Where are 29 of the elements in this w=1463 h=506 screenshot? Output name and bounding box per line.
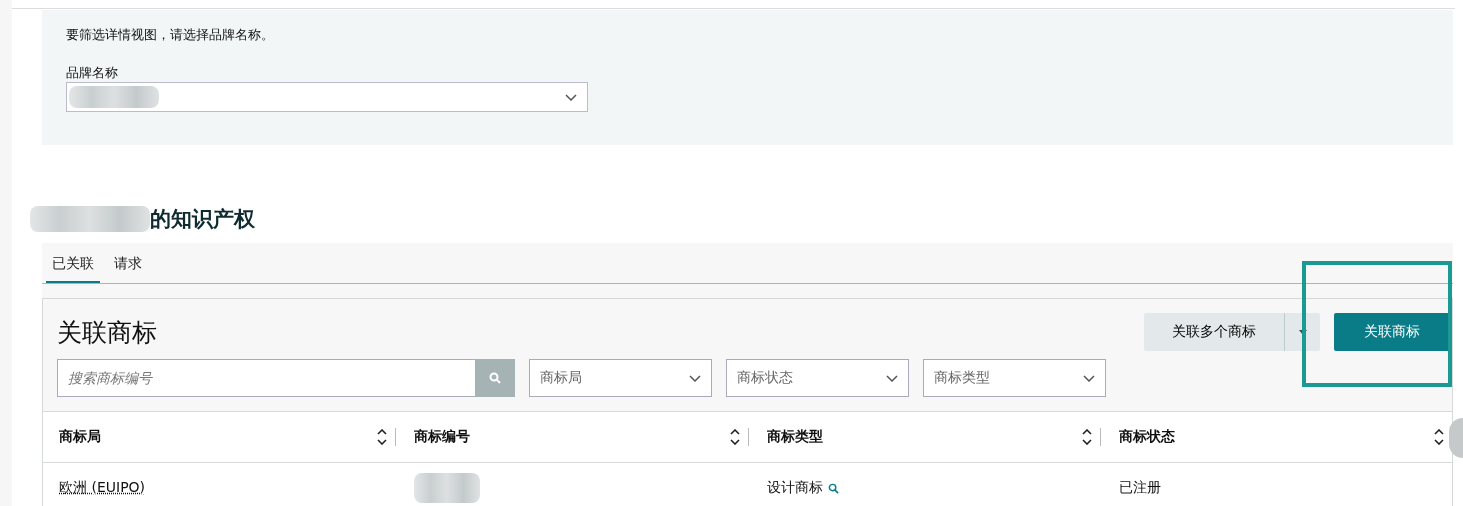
search-icon[interactable]: [827, 482, 839, 494]
tab[interactable]: 请求: [108, 251, 148, 283]
filter-select[interactable]: 商标类型: [923, 359, 1106, 397]
tab[interactable]: 已关联: [46, 251, 100, 283]
table-cell: 已注册: [1118, 479, 1161, 497]
chevron-down-icon: [689, 374, 701, 382]
link-trademark-button[interactable]: 关联商标: [1334, 313, 1450, 351]
sort-icon[interactable]: [377, 429, 388, 445]
sort-icon[interactable]: [729, 429, 740, 445]
table-cell: 设计商标: [766, 479, 823, 497]
field-label: 品牌名称: [66, 64, 118, 82]
column-header[interactable]: 商标局: [59, 428, 378, 446]
section-title: 的知识产权: [150, 206, 255, 233]
search-field[interactable]: 搜索商标编号: [57, 359, 475, 397]
table-cell: 欧洲 (EUIPO): [59, 479, 146, 497]
filter-select[interactable]: 商标状态: [726, 359, 909, 397]
chevron-down-icon: [565, 93, 577, 101]
chevron-down-icon: [1083, 374, 1095, 382]
card-title: 关联商标: [57, 316, 157, 349]
blurred-text: [414, 473, 481, 503]
sort-icon[interactable]: [1434, 429, 1444, 445]
column-header[interactable]: 商标状态: [1118, 428, 1434, 446]
chevron-down-icon: [886, 374, 898, 382]
column-header[interactable]: 商标编号: [414, 428, 730, 446]
column-header[interactable]: 商标类型: [766, 428, 1082, 446]
filter-select[interactable]: 商标局: [529, 359, 712, 397]
sort-icon[interactable]: [1081, 429, 1092, 445]
search-icon: [489, 372, 501, 384]
hint-text: 要筛选详情视图，请选择品牌名称。: [66, 26, 275, 44]
